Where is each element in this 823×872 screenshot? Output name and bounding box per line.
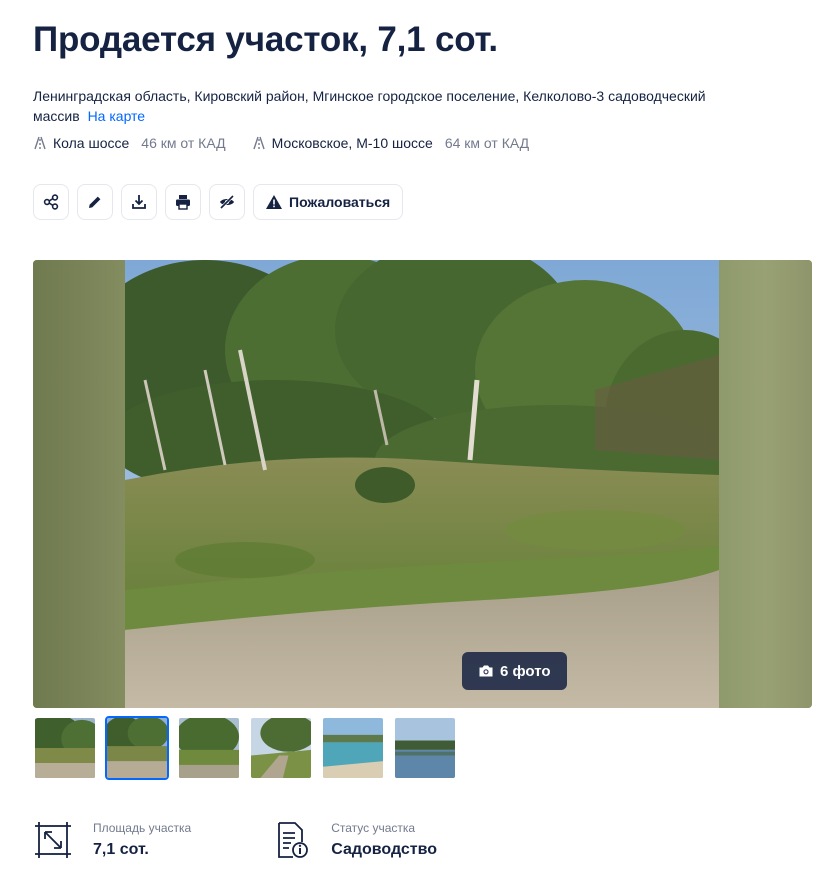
hide-button[interactable] [209,184,245,220]
download-button[interactable] [121,184,157,220]
photo-count-button[interactable]: 6 фото [462,652,567,690]
map-link[interactable]: На карте [88,108,146,124]
address: Ленинградская область, Кировский район, … [33,86,733,126]
feature-area: Площадь участка 7,1 сот. [33,820,191,861]
complain-label: Пожаловаться [289,194,391,210]
highway-distance: 64 км от КАД [444,135,530,151]
highway-name[interactable]: Московское, М-10 шоссе [272,133,433,153]
feature-label: Статус участка [331,821,416,835]
download-icon [132,195,146,209]
highways-list: Кола шоссе 46 км от КАД Московское, М-10… [33,133,529,153]
print-button[interactable] [165,184,201,220]
features-list: Площадь участка 7,1 сот. Статус участка … [33,820,437,861]
actions-toolbar: Пожаловаться [33,184,404,220]
photo-gallery[interactable]: 6 фото [33,260,812,708]
eye-off-icon [219,194,235,210]
document-info-icon [278,822,309,858]
gallery-blur-right [719,260,812,708]
highway-distance: 46 км от КАД [141,135,226,151]
complain-button[interactable]: Пожаловаться [253,184,404,220]
thumbnail-active[interactable] [105,716,169,780]
feature-value: Садоводство [331,841,438,858]
page-title: Продается участок, 7,1 сот. [33,20,498,59]
highway-name[interactable]: Кола шоссе [53,133,129,153]
share-button[interactable] [33,184,69,220]
highway-item: Кола шоссе 46 км от КАД [33,133,226,153]
thumbnail[interactable] [177,716,241,780]
main-photo[interactable]: 6 фото [125,260,719,708]
thumbnail-strip [33,716,457,780]
highway-item: Московское, М-10 шоссе 64 км от КАД [252,133,530,153]
photo-count-label: 6 фото [500,662,551,680]
feature-label: Площадь участка [93,821,192,835]
warning-icon [266,195,282,209]
highway-icon [34,136,46,150]
feature-status: Статус участка Садоводство [271,820,437,861]
feature-value: 7,1 сот. [93,841,149,858]
area-icon [35,822,71,858]
thumbnail[interactable] [321,716,385,780]
edit-button[interactable] [77,184,113,220]
thumbnail[interactable] [33,716,97,780]
highway-icon [252,136,265,150]
camera-icon [479,665,493,677]
pencil-icon [89,196,101,208]
share-icon [43,194,59,210]
gallery-blur-left [33,260,125,708]
printer-icon [176,195,190,210]
thumbnail[interactable] [249,716,313,780]
land-plot-photo [125,260,719,708]
thumbnail[interactable] [393,716,457,780]
